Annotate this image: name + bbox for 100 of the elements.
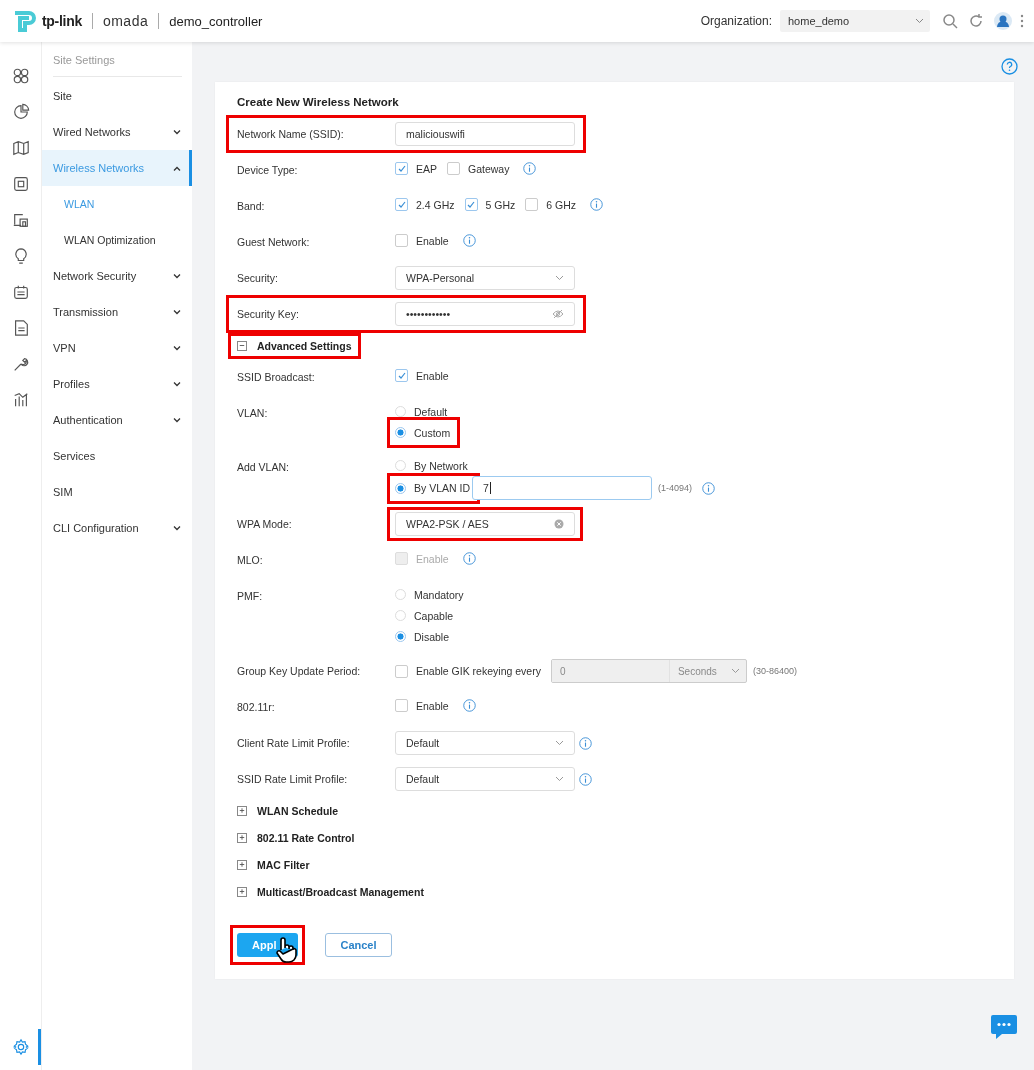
checkbox[interactable]: [395, 198, 408, 211]
select-field[interactable]: WPA-Personal: [395, 266, 575, 290]
radio-label: Capable: [414, 609, 454, 622]
sidebar-item[interactable]: Transmission: [42, 294, 192, 330]
info-icon[interactable]: [702, 481, 716, 495]
sidebar-item[interactable]: Site: [42, 78, 192, 114]
select-field[interactable]: WPA2-PSK / AES: [395, 512, 575, 536]
collapse-icon[interactable]: [237, 340, 247, 351]
section-title[interactable]: Multicast/Broadcast Management: [257, 885, 424, 898]
checkbox[interactable]: [395, 162, 408, 175]
password-field[interactable]: ••••••••••••: [395, 302, 575, 326]
organization-select[interactable]: home_demo: [780, 10, 930, 32]
clear-icon[interactable]: [554, 519, 564, 529]
info-icon[interactable]: [590, 198, 604, 211]
radio-button[interactable]: [395, 631, 406, 642]
checkbox-label: 2.4 GHz: [416, 198, 455, 211]
radio-button[interactable]: [395, 460, 406, 471]
form-title: Create New Wireless Network: [237, 96, 400, 108]
sidebar-item[interactable]: Authentication: [42, 402, 192, 438]
radio-button[interactable]: [395, 406, 406, 417]
checkbox[interactable]: [525, 198, 539, 211]
field-label: MLO:: [237, 553, 264, 568]
field-label: Group Key Update Period:: [237, 664, 362, 679]
organization-label: Organization:: [700, 14, 772, 28]
avatar-icon[interactable]: [994, 12, 1012, 30]
info-icon[interactable]: [579, 736, 592, 750]
hand-cursor-icon: [275, 937, 297, 963]
section-title[interactable]: WLAN Schedule: [257, 804, 339, 817]
checkbox-label: Enable: [416, 699, 449, 712]
chevron-down-icon: [173, 309, 181, 315]
settings-icon[interactable]: [11, 1038, 30, 1056]
chat-icon[interactable]: [990, 1014, 1018, 1040]
checkbox[interactable]: [395, 369, 408, 382]
radio-label: By VLAN ID: [414, 482, 471, 494]
field-label: SSID Broadcast:: [237, 370, 316, 385]
chevron-up-icon: [173, 165, 181, 171]
checkbox-label: Enable: [416, 552, 449, 565]
select-field[interactable]: Default: [395, 731, 575, 755]
sidebar-item[interactable]: Network Security: [42, 258, 192, 294]
radio-button[interactable]: [395, 427, 406, 438]
field-label: VLAN:: [237, 406, 269, 421]
checkbox[interactable]: [395, 234, 408, 247]
sidebar-item[interactable]: Profiles: [42, 366, 192, 402]
sidebar-item[interactable]: SIM: [42, 474, 192, 510]
radio-button[interactable]: [395, 589, 406, 600]
sidebar-item[interactable]: Wired Networks: [42, 114, 192, 150]
chevron-down-icon: [555, 740, 564, 746]
calendar-icon[interactable]: [11, 283, 30, 301]
chevron-down-icon: [173, 129, 181, 135]
field-label: Security Key:: [237, 307, 300, 322]
map-icon[interactable]: [11, 139, 30, 157]
more-icon[interactable]: [1020, 14, 1024, 28]
radio-button[interactable]: [395, 482, 406, 494]
expand-icon[interactable]: [237, 859, 247, 870]
sidebar-title: Site Settings: [53, 42, 182, 77]
help-icon[interactable]: [1001, 58, 1018, 75]
checkbox[interactable]: [395, 699, 408, 712]
section-title[interactable]: Advanced Settings: [257, 339, 352, 352]
pie-chart-icon[interactable]: [11, 103, 30, 121]
devices-icon[interactable]: [11, 211, 30, 229]
expand-icon[interactable]: [237, 886, 247, 897]
info-icon[interactable]: [523, 162, 537, 175]
expand-icon[interactable]: [237, 832, 247, 843]
select-field[interactable]: Default: [395, 767, 575, 791]
field-label: 802.11r:: [237, 700, 276, 715]
chevron-down-icon: [173, 273, 181, 279]
checkbox[interactable]: [464, 198, 478, 211]
field-label: PMF:: [237, 589, 264, 604]
chevron-down-icon: [915, 18, 924, 24]
sidebar-item[interactable]: CLI Configuration: [42, 510, 192, 546]
field-label: WPA Mode:: [237, 517, 293, 532]
refresh-icon[interactable]: [968, 13, 984, 29]
device-icon[interactable]: [11, 175, 30, 193]
product-name: omada: [102, 13, 149, 29]
radio-button[interactable]: [395, 610, 406, 621]
cancel-button[interactable]: Cancel: [325, 933, 392, 957]
sidebar-item[interactable]: Services: [42, 438, 192, 474]
field-label: Client Rate Limit Profile:: [237, 736, 351, 751]
radio-label: Disable: [414, 630, 450, 643]
text-field[interactable]: 7: [472, 476, 653, 500]
field-label: Security:: [237, 271, 279, 286]
expand-icon[interactable]: [237, 805, 247, 816]
checkbox-label: Enable: [416, 369, 449, 382]
info-icon[interactable]: [462, 699, 476, 712]
hidden-eye-icon[interactable]: [552, 309, 564, 319]
section-title[interactable]: 802.11 Rate Control: [257, 831, 355, 844]
sidebar-item[interactable]: VPN: [42, 330, 192, 366]
chevron-down-icon: [555, 275, 564, 281]
apps-icon[interactable]: [11, 67, 30, 85]
sidebar-subitem[interactable]: WLAN Optimization: [42, 222, 192, 258]
info-icon[interactable]: [462, 234, 476, 247]
section-title[interactable]: MAC Filter: [257, 858, 310, 871]
text-field[interactable]: maliciouswifi: [395, 122, 575, 146]
info-icon[interactable]: [462, 552, 476, 565]
checkbox[interactable]: [447, 162, 460, 175]
checkbox[interactable]: [395, 664, 408, 678]
search-icon[interactable]: [942, 13, 958, 29]
radio-label: Default: [414, 405, 448, 418]
info-icon[interactable]: [579, 772, 592, 786]
range-hint: (30-86400): [752, 666, 797, 676]
